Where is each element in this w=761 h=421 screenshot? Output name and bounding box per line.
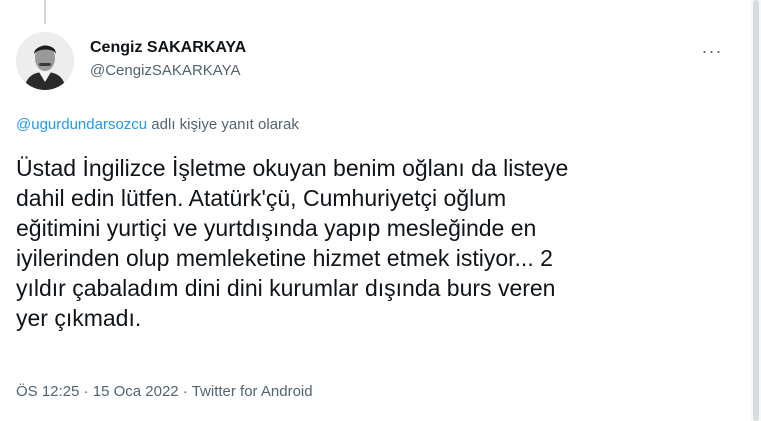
- scrollbar-thumb[interactable]: [753, 0, 759, 421]
- profile-photo-icon: [16, 32, 74, 90]
- more-options-button[interactable]: ···: [695, 34, 729, 68]
- thread-connector-line: [44, 0, 46, 24]
- tweet-time[interactable]: ÖS 12:25: [16, 383, 79, 400]
- scrollbar-track[interactable]: [751, 0, 761, 421]
- reply-mention-link[interactable]: @ugurdundarsozcu: [16, 116, 147, 133]
- tweet-source[interactable]: Twitter for Android: [192, 383, 313, 400]
- tweet-text: Üstad İngilizce İşletme okuyan benim oğl…: [16, 155, 569, 331]
- tweet-metadata: ÖS 12:25 · 15 Oca 2022 · Twitter for And…: [16, 383, 313, 400]
- reply-context-label: adlı kişiye yanıt olarak: [147, 116, 299, 133]
- avatar[interactable]: [16, 32, 74, 90]
- more-horizontal-icon: ···: [701, 40, 723, 61]
- meta-separator-2: ·: [178, 383, 192, 400]
- author-handle[interactable]: @CengizSAKARKAYA: [90, 60, 246, 82]
- author-display-name[interactable]: Cengiz SAKARKAYA: [90, 38, 246, 58]
- meta-separator: ·: [79, 383, 93, 400]
- tweet-author[interactable]: Cengiz SAKARKAYA @CengizSAKARKAYA: [90, 38, 246, 82]
- tweet-date[interactable]: 15 Oca 2022: [93, 383, 179, 400]
- reply-context: @ugurdundarsozcu adlı kişiye yanıt olara…: [16, 116, 299, 133]
